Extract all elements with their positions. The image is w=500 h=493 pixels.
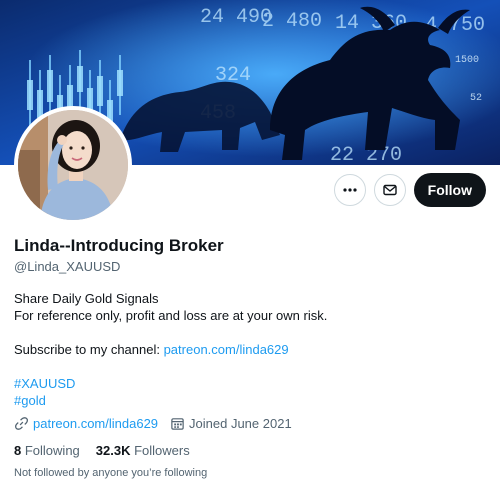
bio-line: Share Daily Gold Signals (14, 291, 159, 306)
profile-name: Linda--Introducing Broker (14, 236, 224, 255)
not-followed-notice: Not followed by anyone you’re following (14, 467, 208, 479)
calendar-icon (171, 418, 184, 430)
followers-label: Followers (134, 443, 190, 458)
profile-actions: Follow (333, 173, 486, 207)
follow-button[interactable]: Follow (413, 173, 486, 207)
avatar-photo (18, 110, 128, 220)
following-link[interactable]: 8 Following (14, 443, 80, 458)
website-link[interactable]: patreon.com/linda629 (33, 416, 158, 431)
profile-counts: 8 Following 32.3K Followers (14, 443, 190, 458)
more-dots-icon (343, 188, 357, 192)
website-item: patreon.com/linda629 (14, 416, 158, 431)
bio-subscribe-link[interactable]: patreon.com/linda629 (164, 342, 289, 357)
more-button[interactable] (333, 174, 366, 206)
bio-line: For reference only, profit and loss are … (14, 308, 328, 323)
profile-bio: Share Daily Gold Signals For reference o… (14, 290, 484, 409)
bio-subscribe-text: Subscribe to my channel: (14, 342, 164, 357)
followers-count: 32.3K (95, 443, 131, 458)
followers-link[interactable]: 32.3K Followers (96, 443, 190, 458)
profile-meta: patreon.com/linda629 Joined June 2021 (14, 416, 292, 431)
banner-number: 1500 (455, 55, 479, 66)
following-label: Following (24, 443, 80, 458)
envelope-icon (382, 184, 397, 196)
joined-item: Joined June 2021 (170, 416, 292, 431)
banner-number: 2 480 (262, 10, 322, 33)
banner-number: 52 (470, 93, 482, 104)
profile-avatar[interactable] (14, 106, 132, 224)
hashtag-gold[interactable]: #gold (14, 392, 484, 409)
message-button[interactable] (373, 174, 406, 206)
following-count: 8 (14, 443, 22, 458)
joined-date: Joined June 2021 (189, 416, 292, 431)
link-icon (15, 417, 28, 430)
profile-handle: @Linda_XAUUSD (14, 259, 121, 274)
bio-subscribe: Subscribe to my channel: patreon.com/lin… (14, 341, 484, 358)
hashtag-xauusd[interactable]: #XAUUSD (14, 375, 484, 392)
